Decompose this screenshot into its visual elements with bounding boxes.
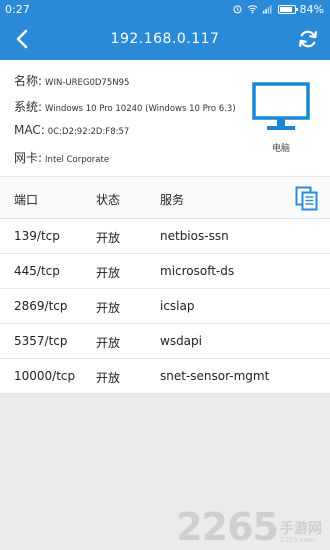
port-cell: 5357/tcp xyxy=(14,334,68,348)
battery-icon xyxy=(277,4,298,14)
chevron-left-icon xyxy=(16,29,28,49)
table-row[interactable]: 2869/tcp 开放 icslap xyxy=(0,289,330,324)
device-mac-row: MAC: 0C:D2:92:2D:F8:57 xyxy=(14,123,129,137)
watermark-text: 手游网 2265.com xyxy=(280,520,322,544)
ports-table: 端口 状态 服务 139/tcp 开放 netbios-ssn 445/tcp … xyxy=(0,176,330,394)
service-cell: netbios-ssn xyxy=(160,229,229,243)
header-service: 服务 xyxy=(160,193,185,207)
service-cell: icslap xyxy=(160,299,195,313)
table-row[interactable]: 10000/tcp 开放 snet-sensor-mgmt xyxy=(0,359,330,394)
app-bar: 192.168.0.117 xyxy=(0,18,330,60)
signal-icon xyxy=(262,5,272,14)
device-name-label: 名称: xyxy=(14,74,43,88)
device-mac-label: MAC: xyxy=(14,123,45,137)
status-bar: 0:27 84% xyxy=(0,0,330,18)
watermark-number: 2265 xyxy=(176,505,279,549)
header-status: 状态 xyxy=(96,193,121,207)
wifi-icon xyxy=(247,5,257,14)
device-nic-value: Intel Corporate xyxy=(45,155,110,165)
copy-icon xyxy=(295,186,318,211)
device-type: 电脑 xyxy=(252,82,310,160)
device-name-row: 名称: WIN-UREG0D75N95 xyxy=(14,72,129,89)
device-nic-row: 网卡: Intel Corporate xyxy=(14,149,109,166)
status-time: 0:27 xyxy=(5,2,30,16)
table-row[interactable]: 5357/tcp 开放 wsdapi xyxy=(0,324,330,359)
status-cell: 开放 xyxy=(96,231,121,245)
computer-monitor-icon xyxy=(252,82,310,130)
status-cell: 开放 xyxy=(96,336,121,350)
port-cell: 445/tcp xyxy=(14,264,60,278)
status-cell: 开放 xyxy=(96,301,121,315)
table-header: 端口 状态 服务 xyxy=(0,176,330,219)
service-cell: snet-sensor-mgmt xyxy=(160,369,270,383)
port-cell: 139/tcp xyxy=(14,229,60,243)
device-os-row: 系统: Windows 10 Pro 10240 (Windows 10 Pro… xyxy=(14,98,236,115)
header-port: 端口 xyxy=(14,193,39,207)
status-cell: 开放 xyxy=(96,266,121,280)
table-row[interactable]: 139/tcp 开放 netbios-ssn xyxy=(0,219,330,254)
watermark-logo: 2265 手游网 2265.com xyxy=(176,508,322,546)
table-row[interactable]: 445/tcp 开放 microsoft-ds xyxy=(0,254,330,289)
port-cell: 2869/tcp xyxy=(14,299,68,313)
watermark-cn: 手游网 xyxy=(280,520,322,537)
status-cell: 开放 xyxy=(96,371,121,385)
device-name-value: WIN-UREG0D75N95 xyxy=(45,78,130,88)
device-os-value: Windows 10 Pro 10240 (Windows 10 Pro 6.3… xyxy=(45,104,236,114)
service-cell: microsoft-ds xyxy=(160,264,235,278)
back-button[interactable] xyxy=(8,25,36,53)
refresh-button[interactable] xyxy=(294,25,322,53)
device-info-panel: 名称: WIN-UREG0D75N95 系统: Windows 10 Pro 1… xyxy=(0,60,330,176)
device-mac-value: 0C:D2:92:2D:F8:57 xyxy=(47,127,130,137)
status-icons: 84% xyxy=(232,3,324,16)
alarm-icon xyxy=(233,5,242,14)
copy-button[interactable] xyxy=(295,186,319,212)
watermark-url: 2265.com xyxy=(280,536,315,544)
page-title: 192.168.0.117 xyxy=(110,31,220,47)
device-nic-label: 网卡: xyxy=(14,151,43,165)
service-cell: wsdapi xyxy=(160,334,202,348)
refresh-icon xyxy=(299,30,317,48)
battery-percent: 84% xyxy=(299,2,324,16)
device-type-label: 电脑 xyxy=(271,144,290,154)
device-os-label: 系统: xyxy=(14,100,43,114)
port-cell: 10000/tcp xyxy=(14,369,76,383)
